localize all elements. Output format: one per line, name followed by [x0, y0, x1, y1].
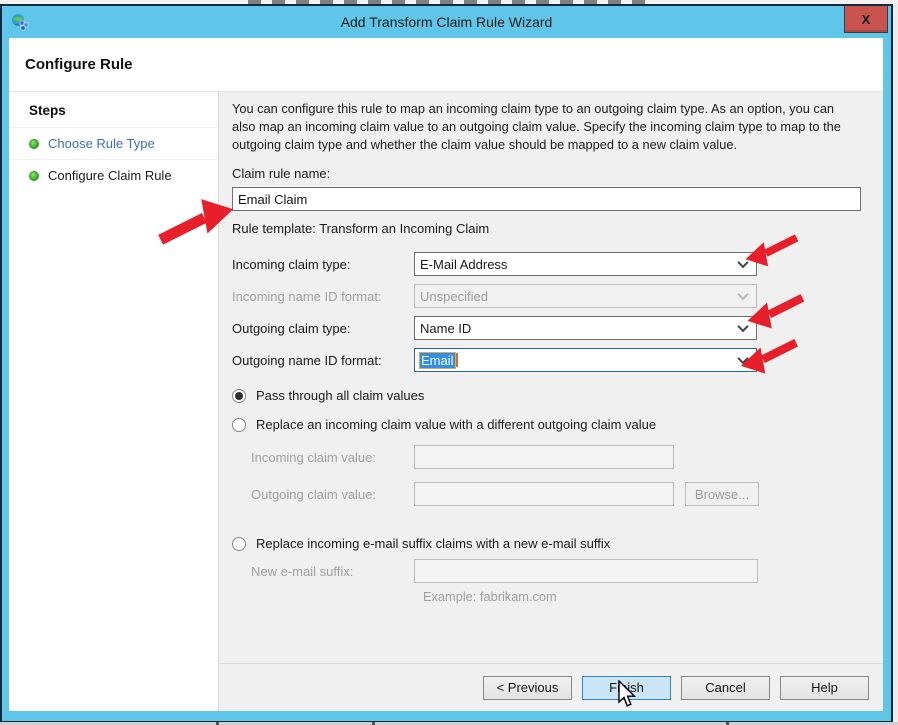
- combo-value: Unspecified: [415, 289, 488, 304]
- radio-button-icon[interactable]: [232, 389, 246, 403]
- claim-rule-name-label: Claim rule name:: [232, 166, 863, 181]
- incoming-claim-type-combo[interactable]: E-Mail Address: [414, 252, 757, 276]
- incoming-name-id-format-label: Incoming name ID format:: [232, 289, 414, 304]
- description-text: You can configure this rule to map an in…: [232, 100, 852, 154]
- browse-button: Browse...: [685, 482, 759, 506]
- step-label: Configure Claim Rule: [48, 168, 172, 183]
- cancel-button[interactable]: Cancel: [681, 676, 770, 700]
- button-bar: < Previous Finish Cancel Help: [219, 663, 883, 711]
- main-panel: You can configure this rule to map an in…: [219, 92, 883, 711]
- radio-button-icon[interactable]: [232, 537, 246, 551]
- chevron-down-icon: [737, 257, 748, 268]
- radio-label: Replace an incoming claim value with a d…: [256, 417, 656, 432]
- radio-replace-email-suffix[interactable]: Replace incoming e-mail suffix claims wi…: [232, 536, 863, 551]
- combo-dropdown-button[interactable]: [732, 253, 754, 275]
- close-icon: X: [862, 12, 871, 27]
- chevron-down-icon: [737, 321, 748, 332]
- finish-button[interactable]: Finish: [582, 676, 671, 700]
- step-label: Choose Rule Type: [48, 136, 155, 151]
- new-email-suffix-input: [414, 559, 758, 583]
- wizard-dialog: Add Transform Claim Rule Wizard X Config…: [0, 4, 893, 723]
- chevron-down-icon: [737, 289, 748, 300]
- radio-label: Pass through all claim values: [256, 388, 424, 403]
- close-button[interactable]: X: [844, 6, 888, 33]
- page-title-text: Configure Rule: [25, 56, 133, 73]
- combo-dropdown-button: [732, 285, 754, 307]
- steps-sidebar: Steps Choose Rule Type Configure Claim R…: [9, 92, 219, 711]
- combo-value: Name ID: [415, 321, 471, 336]
- sidebar-item-choose-rule-type[interactable]: Choose Rule Type: [9, 127, 218, 159]
- outgoing-claim-type-label: Outgoing claim type:: [232, 321, 414, 336]
- claim-rule-name-input[interactable]: [232, 187, 861, 211]
- content-area: Steps Choose Rule Type Configure Claim R…: [9, 92, 883, 711]
- outgoing-claim-value-label: Outgoing claim value:: [251, 487, 414, 502]
- page-title: Configure Rule: [9, 38, 883, 92]
- window-body: Configure Rule Steps Choose Rule Type Co…: [2, 38, 891, 721]
- radio-pass-through[interactable]: Pass through all claim values: [232, 388, 863, 403]
- outgoing-name-id-format-combo[interactable]: Email: [414, 348, 757, 372]
- incoming-claim-value-label: Incoming claim value:: [251, 450, 414, 465]
- outgoing-claim-type-combo[interactable]: Name ID: [414, 316, 757, 340]
- combo-dropdown-button[interactable]: [732, 317, 754, 339]
- incoming-claim-value-input: [414, 445, 674, 469]
- selected-text: Email: [420, 353, 455, 368]
- app-icon: [11, 13, 29, 31]
- radio-label: Replace incoming e-mail suffix claims wi…: [256, 536, 610, 551]
- radio-button-icon[interactable]: [232, 418, 246, 432]
- sidebar-item-configure-claim-rule: Configure Claim Rule: [9, 159, 218, 191]
- previous-button[interactable]: < Previous: [483, 676, 572, 700]
- example-text: Example: fabrikam.com: [423, 589, 863, 604]
- outgoing-claim-value-input: [414, 482, 674, 506]
- step-done-icon: [29, 171, 39, 181]
- steps-header: Steps: [9, 97, 218, 127]
- incoming-name-id-format-combo: Unspecified: [414, 284, 757, 308]
- combo-value: E-Mail Address: [415, 257, 507, 272]
- titlebar[interactable]: Add Transform Claim Rule Wizard X: [2, 6, 891, 38]
- text-caret: [456, 353, 458, 367]
- radio-replace-claim-value[interactable]: Replace an incoming claim value with a d…: [232, 417, 863, 432]
- new-email-suffix-label: New e-mail suffix:: [251, 564, 414, 579]
- window-title: Add Transform Claim Rule Wizard: [341, 14, 553, 30]
- step-done-icon: [29, 139, 39, 149]
- incoming-claim-type-label: Incoming claim type:: [232, 257, 414, 272]
- help-button[interactable]: Help: [780, 676, 869, 700]
- rule-template-text: Rule template: Transform an Incoming Cla…: [232, 221, 863, 236]
- outgoing-name-id-format-label: Outgoing name ID format:: [232, 353, 414, 368]
- chevron-down-icon: [737, 353, 748, 364]
- combo-dropdown-button[interactable]: [732, 349, 754, 371]
